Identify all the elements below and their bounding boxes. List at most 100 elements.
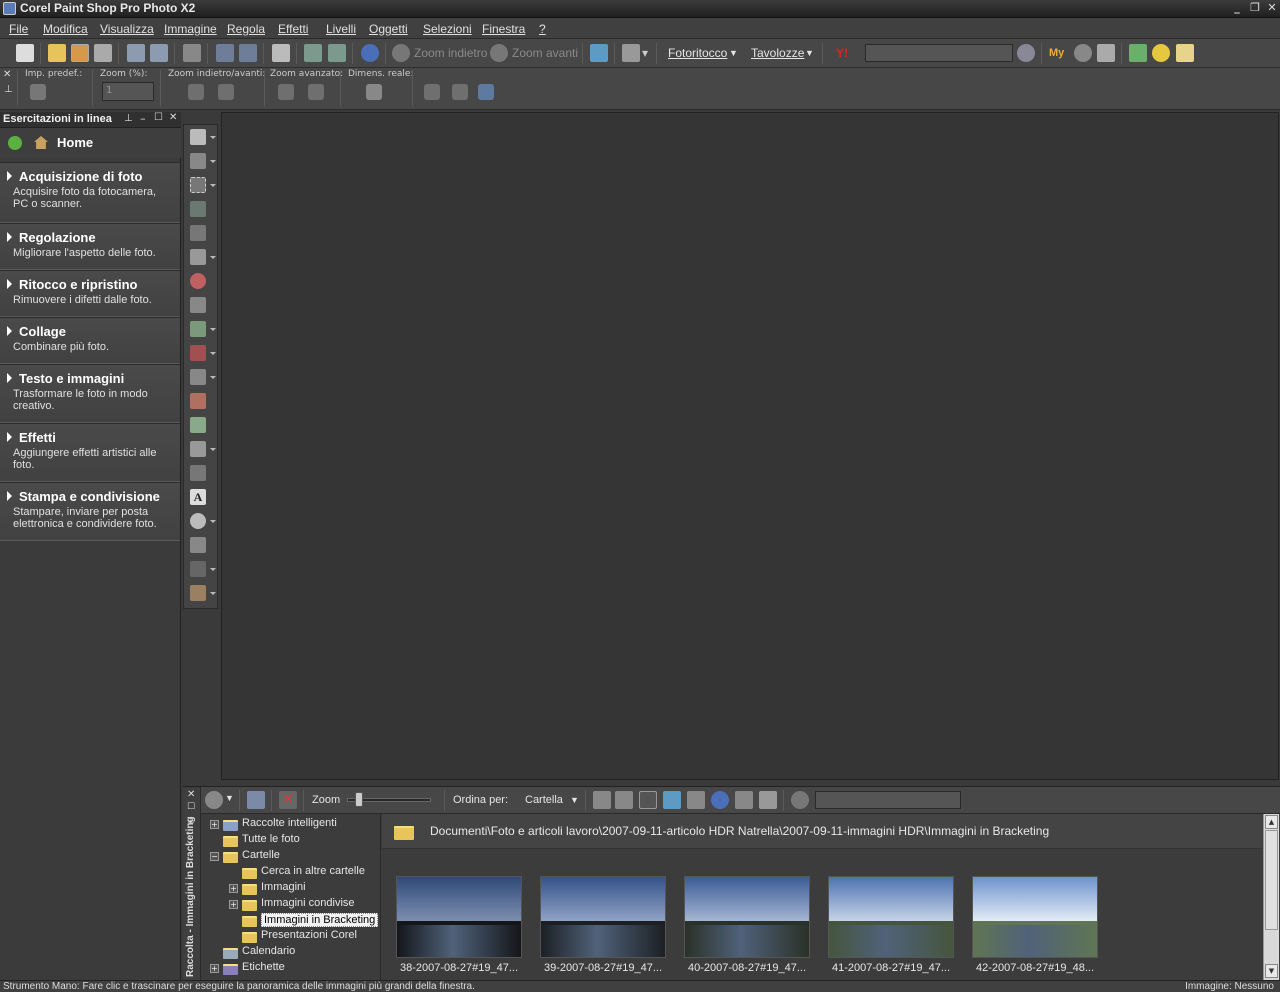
new-file-icon[interactable] (16, 44, 34, 62)
tavolozze-menu[interactable]: Tavolozze (751, 46, 804, 60)
close-icon[interactable]: ✕ (169, 112, 177, 123)
minimize-icon[interactable]: – (140, 112, 146, 125)
yahoo-icon[interactable]: Y! (836, 46, 854, 64)
save-icon[interactable] (127, 44, 145, 62)
fit-image-icon[interactable] (452, 84, 468, 100)
tree-item[interactable]: Tutte le foto (242, 833, 300, 845)
zoom-out-icon[interactable] (392, 44, 410, 62)
section-stampa[interactable]: Stampa e condivisione Stampare, inviare … (0, 482, 180, 541)
scroll-down-icon[interactable]: ▼ (1265, 964, 1278, 978)
upload-icon[interactable] (663, 791, 681, 809)
menu-visualizza[interactable]: Visualizza (100, 22, 154, 36)
actual-size-icon[interactable] (366, 84, 382, 100)
organizer-search-input[interactable] (815, 791, 961, 809)
camera-icon[interactable] (1074, 44, 1092, 62)
menu-oggetti[interactable]: Oggetti (369, 22, 408, 36)
minimize-button[interactable]: _ (1230, 1, 1244, 15)
scan-icon[interactable] (94, 44, 112, 62)
menu-modifica[interactable]: Modifica (43, 22, 88, 36)
eraser-tool-icon[interactable] (190, 369, 206, 385)
fotoritocco-menu[interactable]: Fotoritocco (668, 46, 727, 60)
zoom-percent-input[interactable]: 1 (102, 82, 154, 101)
replacer-tool-icon[interactable] (190, 417, 206, 433)
tree-item[interactable]: Cerca in altre cartelle (261, 865, 365, 877)
home-label[interactable]: Home (57, 135, 93, 150)
tree-item[interactable]: Raccolte intelligenti (242, 817, 337, 829)
menu-file[interactable]: File (9, 22, 28, 36)
fill-tool-icon[interactable] (190, 441, 206, 457)
restore-button[interactable]: ❐ (1248, 1, 1262, 15)
restore-icon[interactable]: ☐ (187, 802, 195, 812)
tree-expander-icon[interactable]: − (210, 852, 219, 861)
import-icon[interactable] (304, 44, 322, 62)
my-yahoo-icon[interactable]: My (1049, 47, 1064, 59)
open-folder-icon[interactable] (48, 44, 66, 62)
redo-icon[interactable] (239, 44, 257, 62)
chevron-down-icon[interactable]: ▼ (729, 48, 738, 58)
section-regolazione[interactable]: Regolazione Migliorare l'aspetto delle f… (0, 223, 180, 270)
pick-tool-icon[interactable] (190, 153, 206, 169)
eraser-icon[interactable] (1097, 44, 1115, 62)
pen-tool-icon[interactable] (190, 537, 206, 553)
sort-dropdown[interactable]: Cartella (525, 794, 563, 806)
tree-expander-icon[interactable]: + (210, 964, 219, 973)
section-acquisizione[interactable]: Acquisizione di foto Acquisire foto da f… (0, 162, 180, 223)
menu-livelli[interactable]: Livelli (326, 22, 356, 36)
chevron-down-icon[interactable]: ▼ (570, 795, 579, 805)
mail-icon[interactable] (1176, 44, 1194, 62)
smudge-tool-icon[interactable] (190, 465, 206, 481)
thumbnail-image[interactable] (396, 876, 522, 958)
menu-finestra[interactable]: Finestra (482, 22, 525, 36)
menu-selezioni[interactable]: Selezioni (423, 22, 472, 36)
back-arrow-icon[interactable] (8, 136, 22, 150)
hand-preset-icon[interactable] (30, 84, 46, 100)
paint-brush-tool-icon[interactable] (190, 345, 206, 361)
warp-tool-icon[interactable] (190, 561, 206, 577)
fit-window-icon[interactable] (424, 84, 440, 100)
clone-tool-icon[interactable] (190, 321, 206, 337)
print-icon[interactable] (687, 791, 705, 809)
zoom-out-icon[interactable] (188, 84, 204, 100)
scroll-up-icon[interactable]: ▲ (1265, 815, 1278, 829)
maximize-icon[interactable]: ☐ (154, 112, 163, 123)
section-effetti[interactable]: Effetti Aggiungere effetti artistici all… (0, 423, 180, 482)
tree-expander-icon[interactable]: + (210, 820, 219, 829)
straighten-tool-icon[interactable] (190, 249, 206, 265)
picture-tube-tool-icon[interactable] (190, 585, 206, 601)
tree-item[interactable]: Calendario (242, 945, 295, 957)
messenger-icon[interactable] (1152, 44, 1170, 62)
pin-icon[interactable]: ⊥ (124, 113, 133, 124)
zoom-slider-handle[interactable] (355, 792, 363, 807)
section-collage[interactable]: Collage Combinare più foto. (0, 317, 180, 364)
search-input[interactable] (865, 44, 1013, 62)
tree-item[interactable]: Etichette (242, 961, 285, 973)
home-row[interactable]: Home (0, 128, 181, 158)
tree-expander-icon[interactable]: + (229, 900, 238, 909)
thumbnail-image[interactable] (972, 876, 1098, 958)
tree-item[interactable]: Cartelle (242, 849, 280, 861)
menu-effetti[interactable]: Effetti (278, 22, 308, 36)
chevron-down-icon[interactable]: ▾ (642, 46, 648, 60)
pin-icon[interactable]: ⊥ (4, 84, 13, 95)
zoom-out-label[interactable]: Zoom indietro (414, 46, 487, 60)
pan-tool-icon[interactable] (190, 129, 206, 145)
thumbnail-image[interactable] (828, 876, 954, 958)
gear-icon[interactable] (205, 791, 223, 809)
info-icon[interactable] (361, 44, 379, 62)
slideshow-icon[interactable] (639, 791, 657, 809)
shape-tool-icon[interactable] (190, 513, 206, 529)
print-icon[interactable] (183, 44, 201, 62)
zoom-in-icon[interactable] (218, 84, 234, 100)
workspace-icon[interactable] (622, 44, 640, 62)
red-eye-tool-icon[interactable] (190, 273, 206, 289)
zoom-prev-icon[interactable] (278, 84, 294, 100)
image-workspace[interactable] (221, 112, 1279, 780)
vertical-scrollbar[interactable]: ▲ ▼ (1263, 814, 1279, 980)
retouch-tool-icon[interactable] (190, 393, 206, 409)
browse-icon[interactable] (71, 44, 89, 62)
scrollbar-thumb[interactable] (1265, 830, 1278, 930)
rotate-left-icon[interactable] (593, 791, 611, 809)
section-testo[interactable]: Testo e immagini Trasformare le foto in … (0, 364, 180, 423)
rotate-right-icon[interactable] (615, 791, 633, 809)
close-icon[interactable]: ✕ (187, 789, 195, 800)
